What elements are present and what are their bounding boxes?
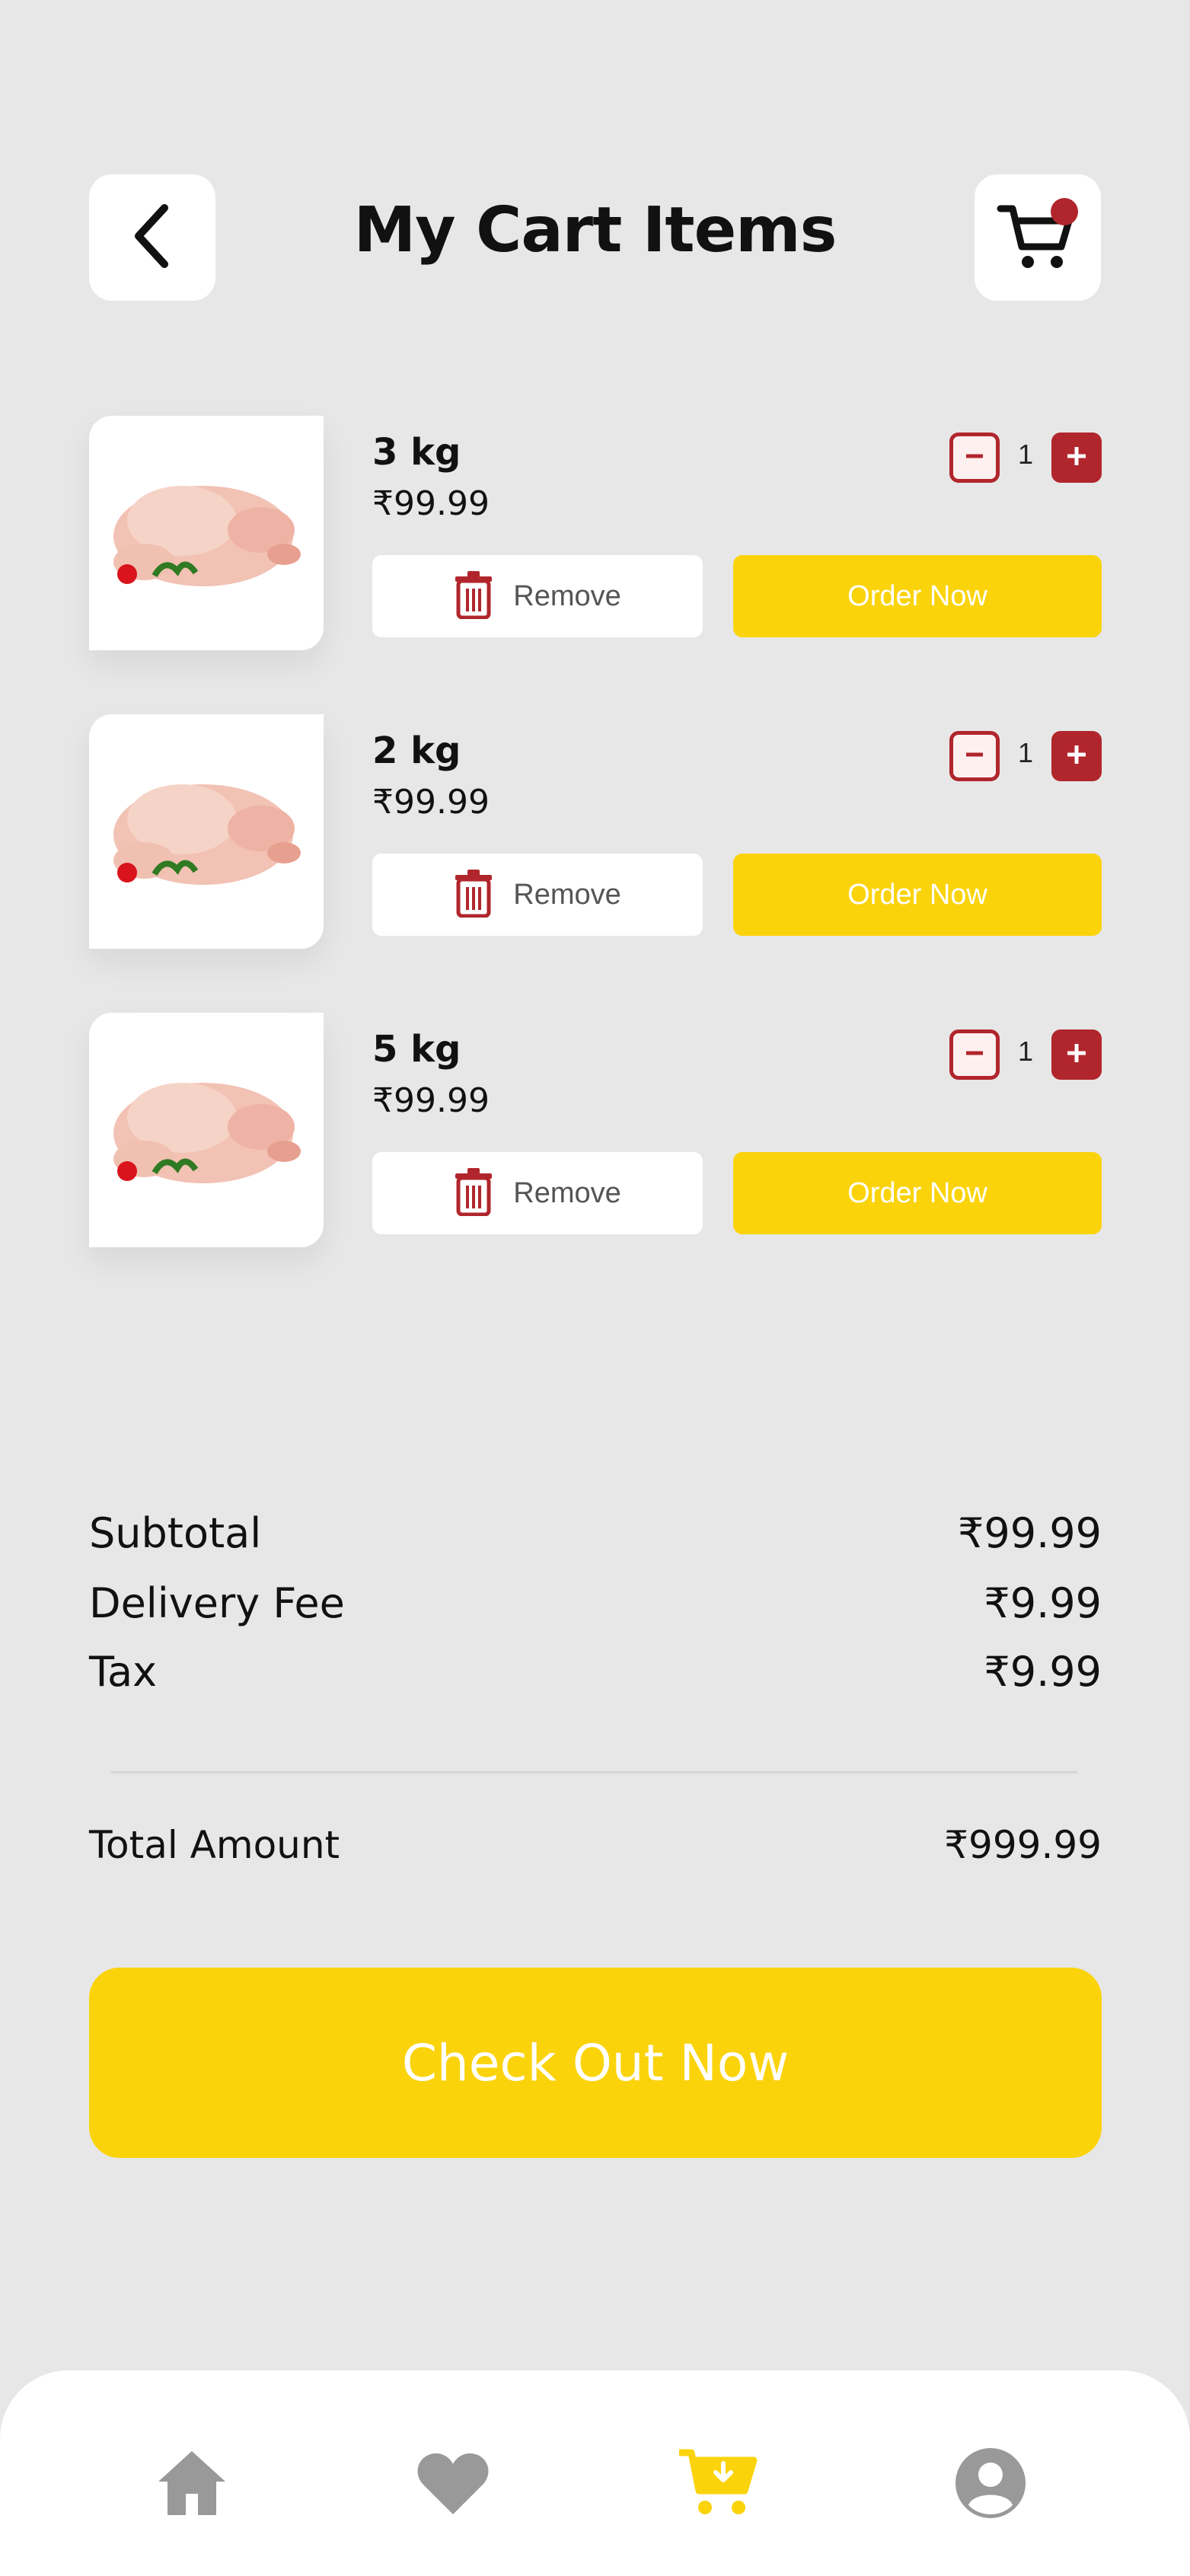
- cart-download-icon: [677, 2447, 758, 2523]
- bottom-nav: [0, 2370, 1190, 2576]
- quantity-value: 1: [1017, 737, 1034, 768]
- decrease-quantity-button[interactable]: [949, 731, 1000, 781]
- nav-favorites[interactable]: [411, 2443, 495, 2527]
- increase-quantity-button[interactable]: [1051, 1029, 1102, 1080]
- checkout-button[interactable]: Check Out Now: [89, 1968, 1102, 2158]
- quantity-value: 1: [1017, 1036, 1034, 1067]
- home-icon: [155, 2447, 228, 2523]
- delivery-fee-row: Delivery Fee ₹9.99: [89, 1579, 1102, 1627]
- tax-value: ₹9.99: [984, 1648, 1102, 1696]
- remove-label: Remove: [513, 579, 621, 612]
- order-now-button[interactable]: Order Now: [733, 1152, 1102, 1234]
- nav-home[interactable]: [150, 2443, 234, 2527]
- cart-item: 2 kg ₹99.99 1 Remove Order Now: [89, 714, 1102, 950]
- tax-label: Tax: [89, 1648, 158, 1696]
- total-row: Total Amount ₹999.99: [89, 1823, 1102, 1867]
- increase-quantity-button[interactable]: [1051, 731, 1102, 781]
- item-price: ₹99.99: [372, 1081, 490, 1120]
- trash-icon: [454, 1167, 493, 1220]
- increase-quantity-button[interactable]: [1051, 433, 1102, 483]
- remove-button[interactable]: Remove: [372, 555, 703, 637]
- total-label: Total Amount: [89, 1823, 340, 1867]
- summary-divider: [110, 1771, 1077, 1773]
- order-now-button[interactable]: Order Now: [733, 555, 1102, 637]
- minus-icon: [962, 443, 987, 473]
- tax-row: Tax ₹9.99: [89, 1648, 1102, 1696]
- delivery-fee-label: Delivery Fee: [89, 1579, 345, 1627]
- quantity-value: 1: [1017, 439, 1034, 470]
- order-now-button[interactable]: Order Now: [733, 854, 1102, 936]
- nav-profile[interactable]: [949, 2443, 1032, 2527]
- plus-icon: [1064, 742, 1090, 771]
- product-image: [89, 714, 324, 949]
- product-image: [89, 1013, 324, 1247]
- plus-icon: [1064, 443, 1090, 473]
- subtotal-value: ₹99.99: [958, 1509, 1102, 1557]
- remove-label: Remove: [513, 1176, 621, 1209]
- cart-item: 5 kg ₹99.99 1 Remove Order Now: [89, 1013, 1102, 1249]
- item-price: ₹99.99: [372, 484, 490, 523]
- item-weight: 5 kg: [372, 1028, 461, 1071]
- nav-cart[interactable]: [677, 2443, 761, 2527]
- item-weight: 2 kg: [372, 729, 461, 772]
- heart-icon: [416, 2450, 490, 2520]
- remove-button[interactable]: Remove: [372, 854, 703, 936]
- item-price: ₹99.99: [372, 783, 490, 822]
- delivery-fee-value: ₹9.99: [984, 1579, 1102, 1627]
- cart-icon: [996, 197, 1080, 278]
- product-image: [89, 416, 324, 650]
- cart-item: 3 kg ₹99.99 1 Remove Order Now: [89, 416, 1102, 652]
- cart-badge: [1051, 197, 1078, 225]
- minus-icon: [962, 1040, 987, 1070]
- remove-button[interactable]: Remove: [372, 1152, 703, 1234]
- cart-button[interactable]: [975, 174, 1101, 301]
- user-icon: [955, 2447, 1026, 2523]
- subtotal-label: Subtotal: [89, 1509, 262, 1557]
- plus-icon: [1064, 1040, 1090, 1070]
- subtotal-row: Subtotal ₹99.99: [89, 1509, 1102, 1557]
- decrease-quantity-button[interactable]: [949, 433, 1000, 483]
- minus-icon: [962, 742, 987, 771]
- trash-icon: [454, 869, 493, 921]
- decrease-quantity-button[interactable]: [949, 1029, 1000, 1080]
- remove-label: Remove: [513, 878, 621, 911]
- total-value: ₹999.99: [944, 1823, 1102, 1867]
- trash-icon: [454, 570, 493, 623]
- item-weight: 3 kg: [372, 431, 461, 474]
